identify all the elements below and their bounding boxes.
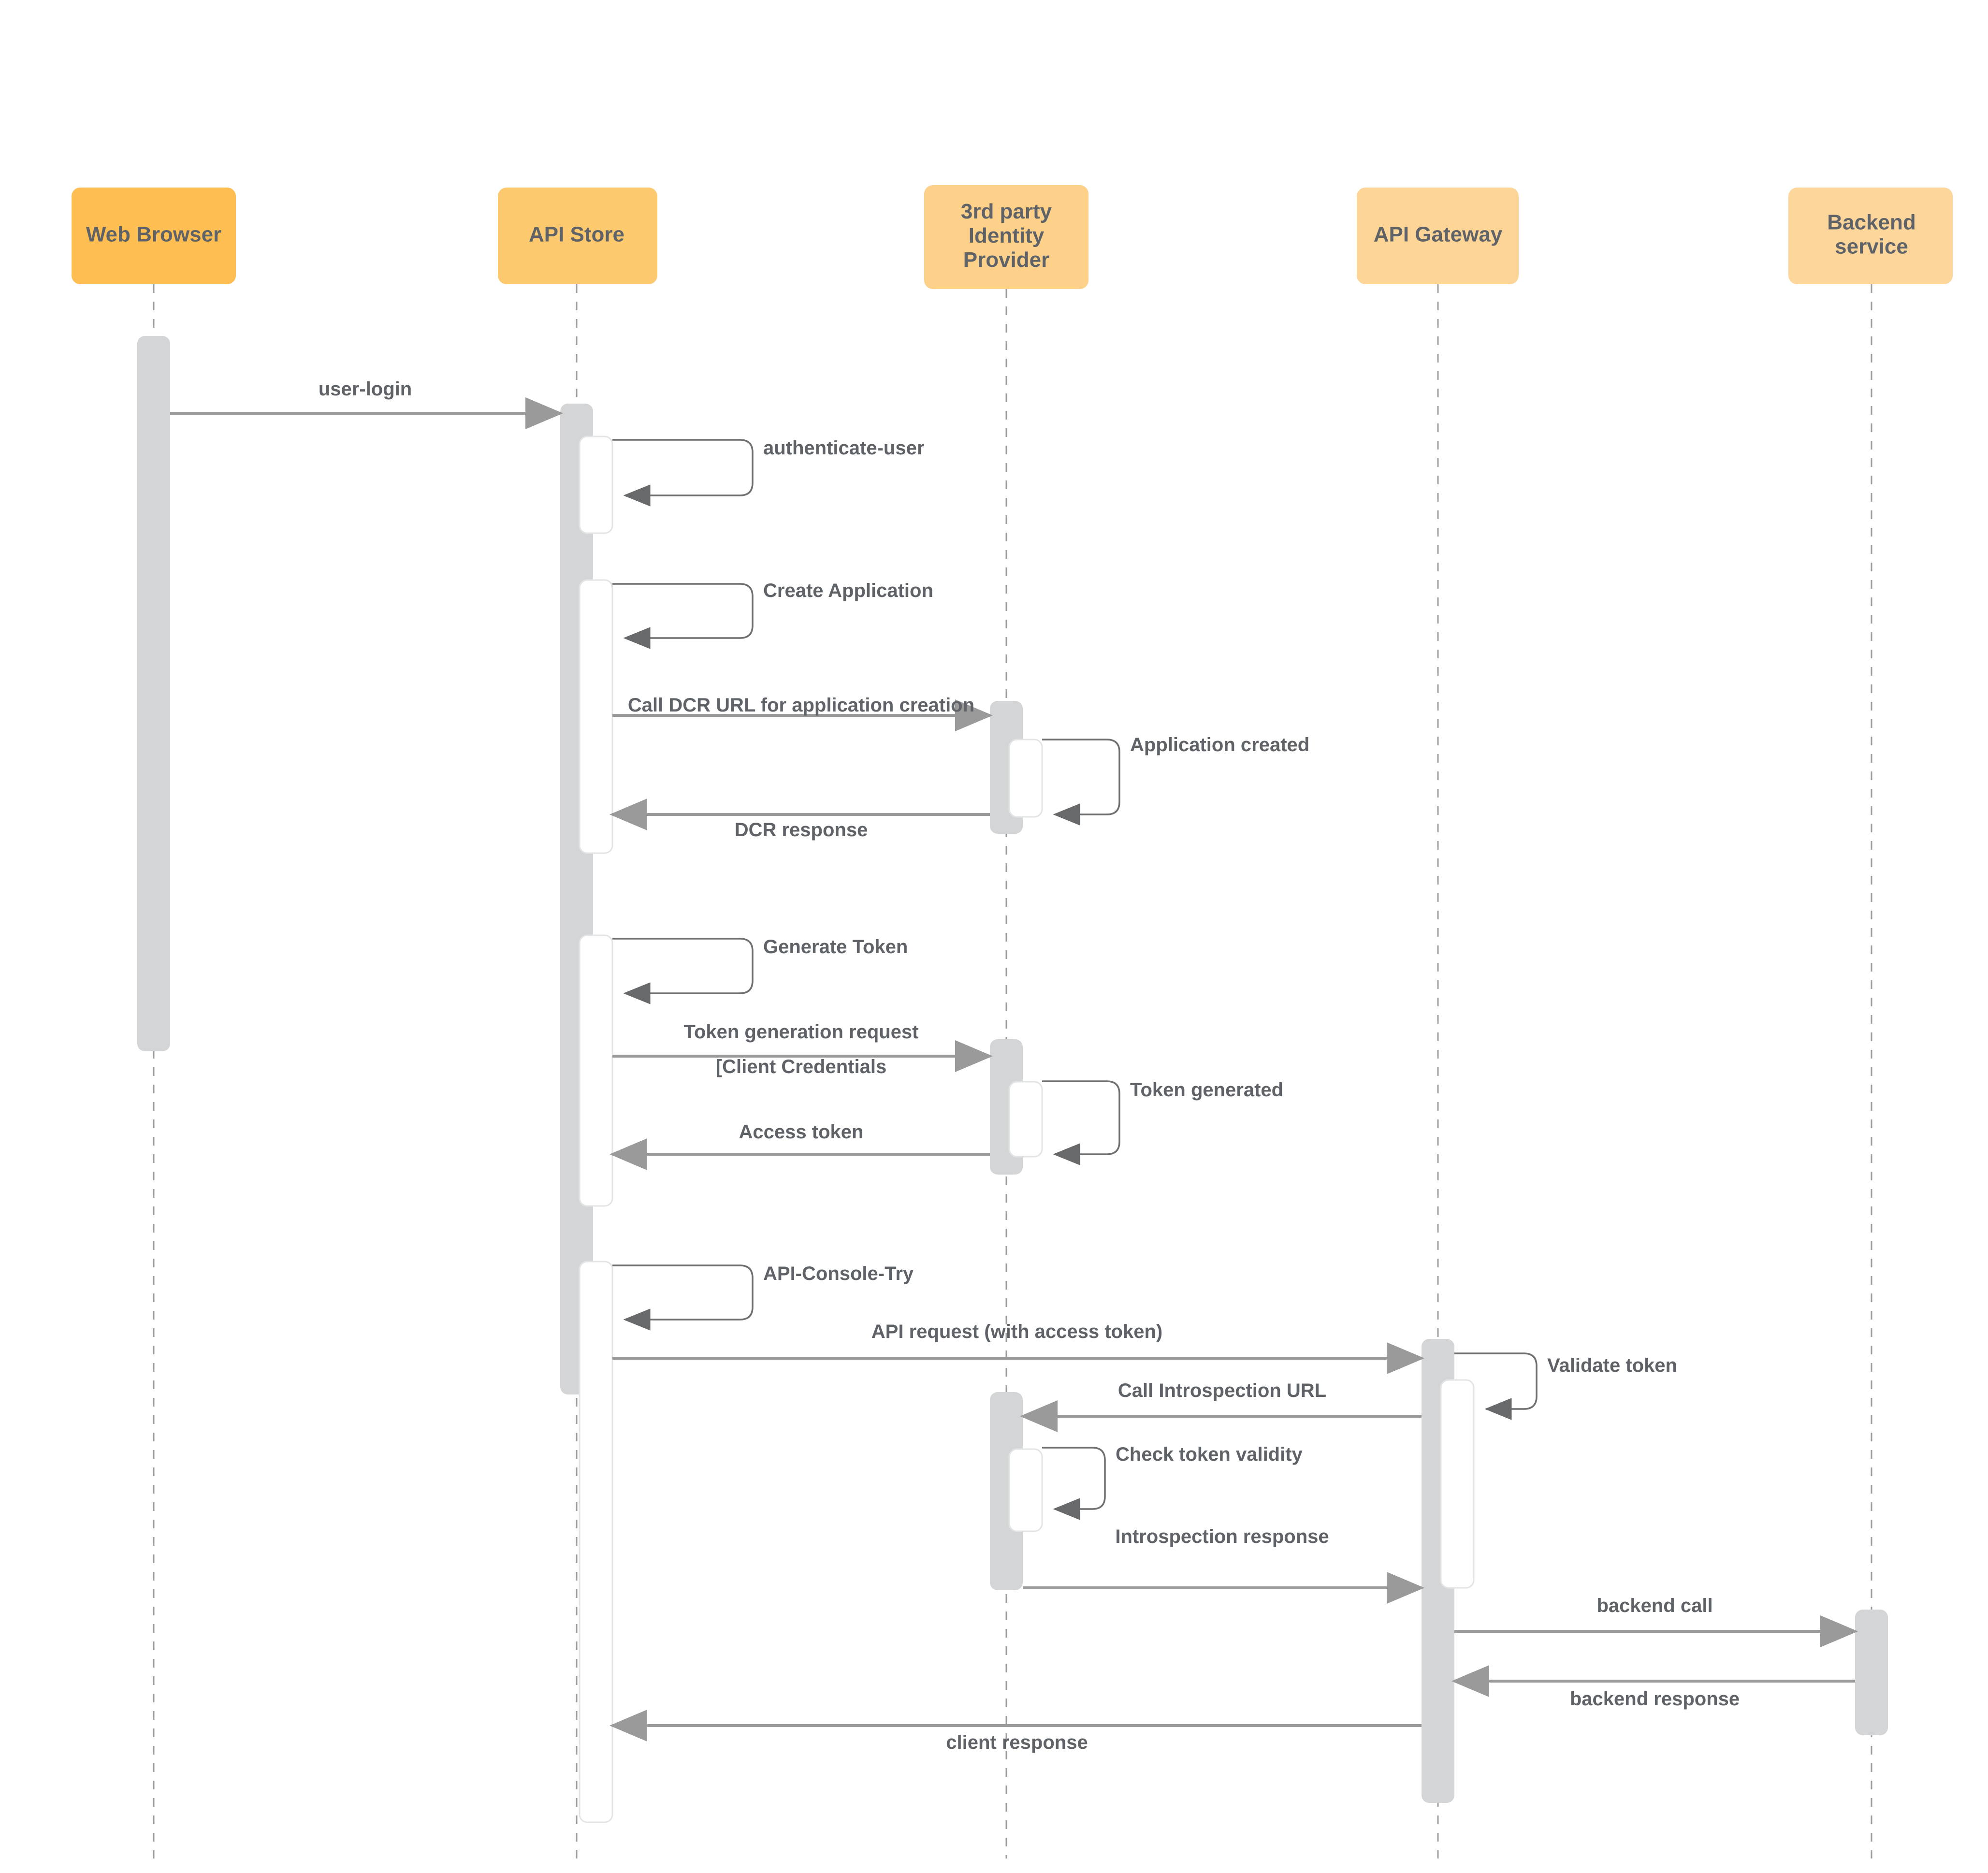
activation-bar-idp [1008,1448,1043,1532]
participant-label-idp: Provider [963,248,1050,272]
participant-label-idp: 3rd party [961,200,1052,223]
self-message-m11 [612,1264,754,1331]
self-message-m5 [1042,739,1120,826]
participant-boxes-layer: Web Browser API Store 3rd partyIdentityPro… [72,185,1953,289]
participant-label-backend: Backend [1827,211,1915,234]
participant-label-backend: service [1835,235,1908,259]
message-label-m12: API request (with access token) [871,1321,1162,1342]
participant-label-store: API Store [529,223,624,247]
message-label-m14: Call Introspection URL [1118,1380,1326,1401]
message-labels-layer: user-login authenticate-user Create Applic… [319,378,1740,1753]
sequence-diagram-canvas: Web Browser API Store 3rd party Identity Pro… [0,0,1988,1873]
message-label-m8: Token generation request [683,1021,918,1043]
message-label-m11: API-Console-Try [763,1263,914,1284]
sequence-diagram-svg: Web Browser API Store 3rd partyIdentityPro… [72,185,1953,1858]
activation-bar-store [560,404,593,1394]
self-message-m2 [612,439,754,507]
participant-idp[interactable]: 3rd partyIdentityProvider [924,185,1088,289]
message-label-m2: authenticate-user [763,437,924,459]
activation-bar-idp [1008,1081,1043,1158]
message-label-m7: Generate Token [763,936,908,958]
message-label-m19: client response [946,1732,1088,1753]
activation-bar-store [579,934,613,1207]
message-label-m17: backend call [1596,1595,1712,1616]
activation-bar-store [579,436,613,534]
message-label-m13: Validate token [1547,1355,1677,1376]
message-label-m6: DCR response [735,819,868,841]
message-label-m5: Application created [1130,734,1309,755]
participant-store[interactable]: API Store [498,188,657,284]
activation-bar-browser [137,336,170,1051]
activation-bar-idp [1008,739,1043,818]
message-label-m10: Access token [739,1121,864,1143]
self-message-m9 [1042,1080,1120,1165]
participant-label-idp: Identity [969,224,1045,247]
self-message-m3 [612,583,754,649]
message-label-m1: user-login [319,378,412,400]
activation-bar-store [579,579,613,854]
activation-bar-backend [1855,1610,1888,1735]
self-message-m15 [1042,1447,1106,1520]
participant-browser[interactable]: Web Browser [72,188,236,284]
message-label-m15: Check token validity [1116,1444,1303,1465]
message-label-m18: backend response [1570,1688,1740,1710]
message-label-m3: Create Application [763,580,933,601]
message-label-m9: Token generated [1130,1079,1283,1101]
activation-bar-gateway [1440,1379,1475,1589]
participant-label-gateway: API Gateway [1374,223,1503,247]
message-label-m4: Call DCR URL for application creation [628,695,974,716]
self-message-m7 [612,938,754,1004]
message-label-m8-line2: [Client Credentials [716,1056,886,1077]
participant-gateway[interactable]: API Gateway [1357,188,1519,284]
message-label-m16: Introspection response [1115,1526,1329,1547]
activation-bar-store [579,1261,613,1823]
participant-backend[interactable]: Backendservice [1788,188,1953,284]
participant-label-browser: Web Browser [86,223,221,247]
